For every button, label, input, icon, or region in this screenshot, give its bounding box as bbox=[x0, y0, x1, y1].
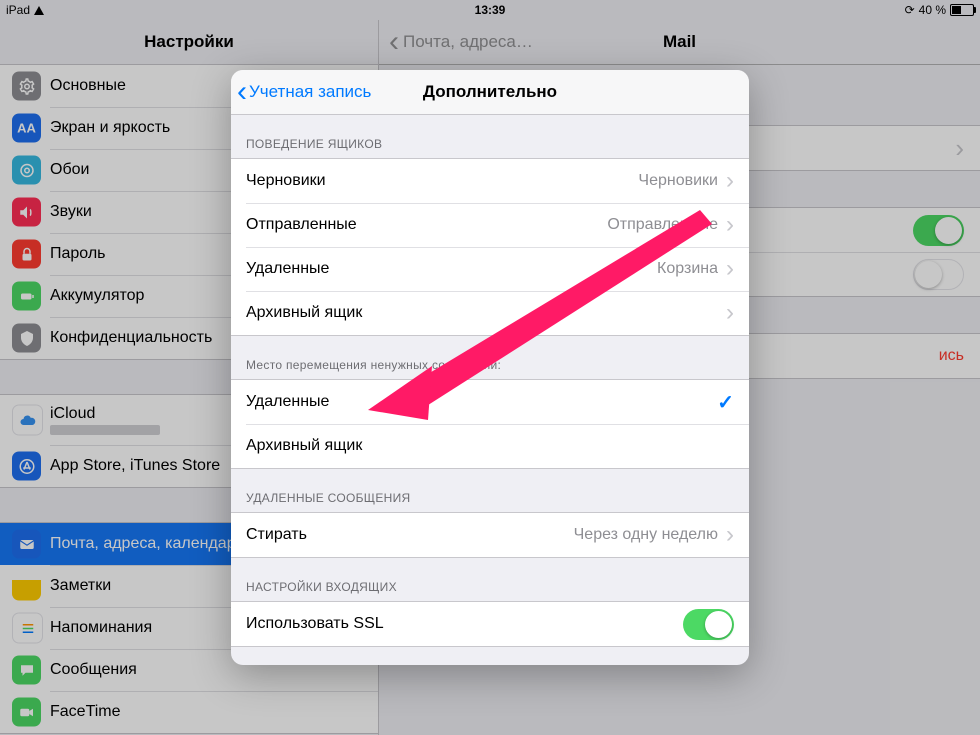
sidebar-item-label: Аккумулятор bbox=[50, 287, 144, 305]
notes-icon bbox=[12, 572, 41, 601]
sidebar-title: Настройки bbox=[0, 20, 378, 64]
privacy-icon bbox=[12, 324, 41, 353]
sidebar-item-label: Звуки bbox=[50, 203, 92, 221]
row-use-ssl[interactable]: Использовать SSL bbox=[231, 602, 749, 646]
gear-icon bbox=[12, 72, 41, 101]
row-label: Использовать SSL bbox=[246, 615, 384, 633]
device-label: iPad bbox=[6, 3, 30, 17]
battery-item-icon bbox=[12, 282, 41, 311]
row-label: Удаленные bbox=[246, 260, 329, 278]
mail-icon bbox=[12, 530, 41, 559]
row-value: Корзина bbox=[657, 260, 718, 278]
section-header-mailbox-behavior: Поведение ящиков bbox=[231, 115, 749, 158]
row-label: Отправленные bbox=[246, 216, 357, 234]
modal-back-label: Учетная запись bbox=[249, 82, 371, 102]
status-time: 13:39 bbox=[475, 3, 506, 17]
toggle-mail[interactable] bbox=[913, 215, 964, 246]
battery-pct: 40 % bbox=[919, 3, 946, 17]
sidebar-item-label: iCloud bbox=[50, 405, 160, 423]
modal-back-button[interactable]: ‹ Учетная запись bbox=[231, 77, 371, 107]
sidebar-item-facetime[interactable]: FaceTime bbox=[0, 691, 378, 733]
icloud-icon bbox=[12, 405, 43, 436]
sidebar-item-label: Напоминания bbox=[50, 619, 152, 637]
row-label: Черновики bbox=[246, 172, 326, 190]
row-remove[interactable]: Стирать Через одну неделю › bbox=[231, 513, 749, 557]
modal-header: ‹ Учетная запись Дополнительно bbox=[231, 70, 749, 115]
section-header-incoming: Настройки входящих bbox=[231, 558, 749, 601]
section-header-move-discarded: Место перемещения ненужных сообщений: bbox=[231, 336, 749, 379]
wifi-icon bbox=[34, 6, 44, 15]
detail-back-button[interactable]: ‹ Почта, адреса… bbox=[389, 27, 533, 57]
facetime-icon bbox=[12, 698, 41, 727]
status-bar: iPad 13:39 ⟳ 40 % bbox=[0, 0, 980, 20]
sidebar-item-label: Основные bbox=[50, 77, 126, 95]
row-label: Архивный ящик bbox=[246, 437, 362, 455]
toggle-notes[interactable] bbox=[913, 259, 964, 290]
sidebar-item-label: Пароль bbox=[50, 245, 106, 263]
sidebar-item-label: Почта, адреса, календари bbox=[50, 535, 245, 553]
reminders-icon bbox=[12, 613, 43, 644]
row-archive[interactable]: Архивный ящик › bbox=[231, 291, 749, 335]
row-value: Черновики bbox=[638, 172, 718, 190]
chevron-right-icon: › bbox=[726, 523, 734, 547]
row-move-deleted[interactable]: Удаленные ✓ bbox=[231, 380, 749, 424]
chevron-left-icon: ‹ bbox=[237, 77, 247, 107]
detail-header: ‹ Почта, адреса… Mail bbox=[379, 20, 980, 65]
row-label: Стирать bbox=[246, 526, 307, 544]
row-move-archive[interactable]: Архивный ящик bbox=[231, 424, 749, 468]
sidebar-item-label: Сообщения bbox=[50, 661, 137, 679]
check-icon: ✓ bbox=[717, 390, 734, 415]
detail-back-label: Почта, адреса… bbox=[403, 32, 533, 52]
sidebar-item-label: Конфиденциальность bbox=[50, 329, 212, 347]
modal-title: Дополнительно bbox=[423, 82, 557, 102]
advanced-modal: ‹ Учетная запись Дополнительно Поведение… bbox=[231, 70, 749, 665]
toggle-ssl[interactable] bbox=[683, 609, 734, 640]
battery-icon bbox=[950, 4, 974, 16]
section-header-deleted-messages: Удаленные сообщения bbox=[231, 469, 749, 512]
detail-title: Mail bbox=[663, 32, 696, 52]
sound-icon bbox=[12, 198, 41, 227]
chevron-right-icon: › bbox=[726, 257, 734, 281]
sidebar-item-label: Обои bbox=[50, 161, 89, 179]
row-label: Архивный ящик bbox=[246, 304, 362, 322]
chevron-right-icon: › bbox=[726, 301, 734, 325]
display-icon: AA bbox=[12, 114, 41, 143]
chevron-right-icon: › bbox=[955, 135, 964, 161]
row-value: Через одну неделю bbox=[574, 526, 718, 544]
chevron-right-icon: › bbox=[726, 213, 734, 237]
sidebar-item-label: Заметки bbox=[50, 577, 111, 595]
sidebar-item-label: Экран и яркость bbox=[50, 119, 170, 137]
row-deleted[interactable]: Удаленные Корзина › bbox=[231, 247, 749, 291]
refresh-icon: ⟳ bbox=[905, 3, 915, 17]
appstore-icon bbox=[12, 452, 41, 481]
icloud-sub bbox=[50, 425, 160, 435]
row-drafts[interactable]: Черновики Черновики › bbox=[231, 159, 749, 203]
wallpaper-icon bbox=[12, 156, 41, 185]
row-sent[interactable]: Отправленные Отправленные › bbox=[231, 203, 749, 247]
messages-icon bbox=[12, 656, 41, 685]
row-value: Отправленные bbox=[607, 216, 718, 234]
sidebar-item-label: App Store, iTunes Store bbox=[50, 457, 220, 475]
chevron-left-icon: ‹ bbox=[389, 27, 399, 57]
row-label: Удаленные bbox=[246, 393, 329, 411]
sidebar-item-label: FaceTime bbox=[50, 703, 121, 721]
chevron-right-icon: › bbox=[726, 169, 734, 193]
lock-icon bbox=[12, 240, 41, 269]
